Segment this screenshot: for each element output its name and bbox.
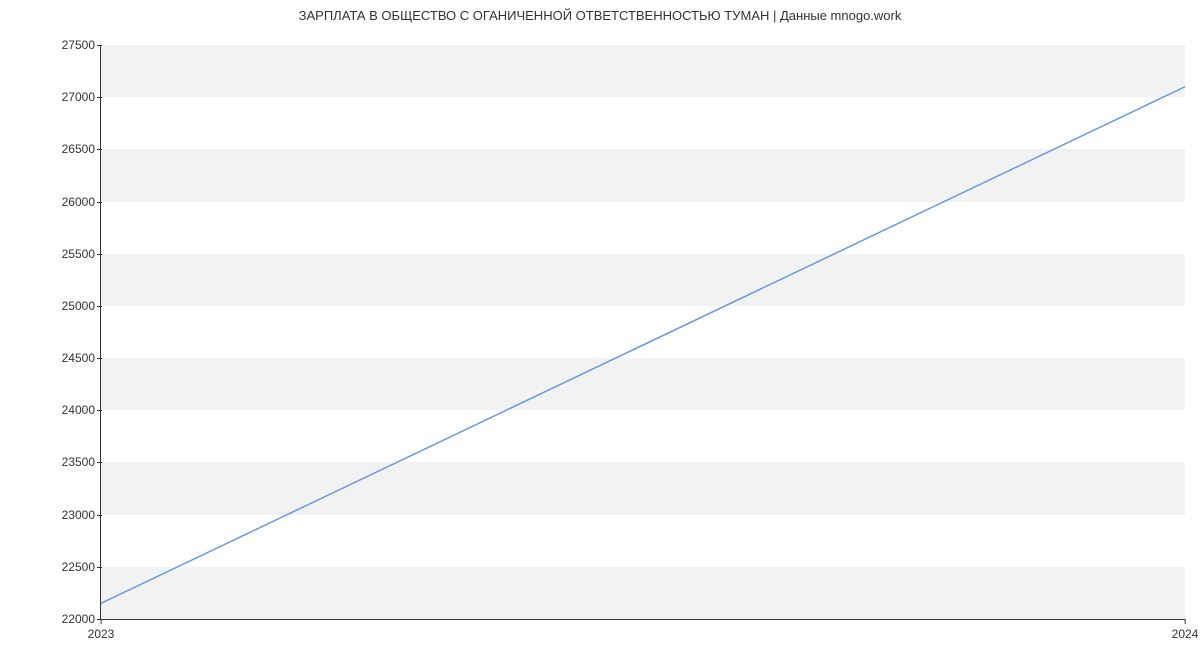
chart-line-layer	[101, 45, 1185, 619]
y-tick-label: 27000	[62, 90, 101, 104]
y-tick-label: 27500	[62, 38, 101, 52]
y-tick-label: 23500	[62, 455, 101, 469]
y-tick-label: 23000	[62, 508, 101, 522]
y-tick-label: 26000	[62, 195, 101, 209]
salary-line-chart: ЗАРПЛАТА В ОБЩЕСТВО С ОГАНИЧЕННОЙ ОТВЕТС…	[0, 0, 1200, 650]
x-tick-label: 2023	[88, 619, 115, 641]
y-tick-label: 24500	[62, 351, 101, 365]
plot-area: 2200022500230002350024000245002500025500…	[100, 45, 1185, 620]
y-tick-label: 25000	[62, 299, 101, 313]
chart-title: ЗАРПЛАТА В ОБЩЕСТВО С ОГАНИЧЕННОЙ ОТВЕТС…	[0, 8, 1200, 23]
y-tick-label: 24000	[62, 403, 101, 417]
x-tick-label: 2024	[1172, 619, 1199, 641]
y-tick-label: 26500	[62, 142, 101, 156]
y-tick-label: 22500	[62, 560, 101, 574]
y-tick-label: 25500	[62, 247, 101, 261]
data-line	[101, 87, 1185, 604]
